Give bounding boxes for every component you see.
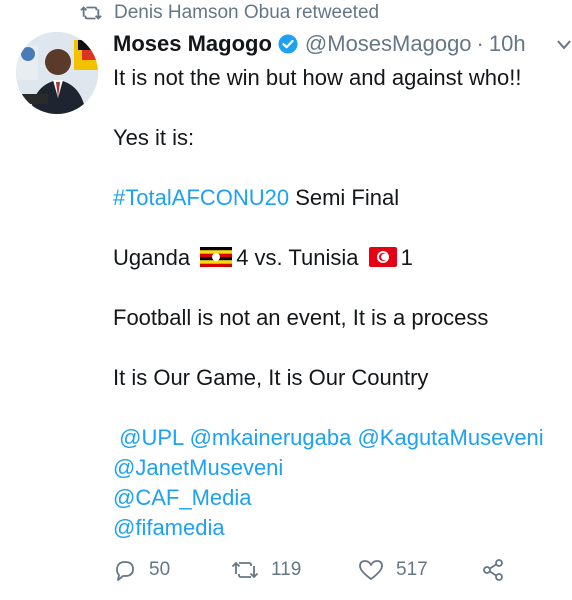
mention-link[interactable]: @CAF_Media: [113, 485, 252, 510]
mentions-line: @UPL @mkainerugaba @KagutaMuseveni: [113, 423, 568, 453]
reply-button[interactable]: 50: [113, 558, 170, 582]
tweet-header: Moses Magogo @MosesMagogo · 10h: [113, 30, 526, 58]
share-icon: [483, 559, 503, 581]
tweet-line: It is Our Game, It is Our Country: [113, 365, 429, 390]
uganda-flag-icon: [200, 247, 233, 267]
author-name[interactable]: Moses Magogo: [113, 31, 272, 57]
header-separator: ·: [476, 31, 484, 56]
tweet-line: It is not the win but how and against wh…: [113, 65, 522, 90]
mention-link[interactable]: @KagutaMuseveni: [357, 425, 543, 450]
like-count: 517: [396, 559, 428, 580]
verified-badge-icon: [278, 34, 298, 54]
mention-link[interactable]: @UPL: [119, 425, 183, 450]
tweet-line: Uganda 4 vs. Tunisia 1: [113, 245, 413, 270]
avatar-image: [16, 32, 98, 114]
mentions-line: @fifamedia: [113, 513, 568, 543]
tweet-line: Football is not an event, It is a proces…: [113, 305, 489, 330]
tweet-line: Yes it is:: [113, 125, 195, 150]
avatar[interactable]: [16, 32, 98, 114]
retweet-icon: [80, 6, 102, 20]
hashtag-link[interactable]: #TotalAFCONU20: [113, 185, 289, 210]
more-options-chevron-icon[interactable]: [556, 38, 572, 52]
reply-icon: [116, 561, 134, 581]
mention-link[interactable]: @mkainerugaba: [190, 425, 352, 450]
reply-count: 50: [149, 559, 171, 580]
tweet-line: #TotalAFCONU20 Semi Final: [113, 185, 400, 210]
retweet-button[interactable]: 119: [231, 559, 301, 581]
share-button[interactable]: [481, 558, 517, 582]
heart-icon: [359, 560, 383, 580]
retweet-action-icon: [231, 561, 259, 579]
tunisia-flag-icon: [368, 247, 397, 267]
mention-link[interactable]: @JanetMuseveni: [113, 455, 283, 480]
like-button[interactable]: 517: [358, 558, 428, 582]
tweet-text: It is not the win but how and against wh…: [113, 63, 568, 543]
retweet-banner-text: Denis Hamson Obua retweeted: [114, 2, 380, 23]
tweet-timestamp[interactable]: 10h: [489, 31, 526, 57]
retweet-count: 119: [271, 559, 302, 580]
mentions-line: @CAF_Media: [113, 483, 568, 513]
mentions-line: @JanetMuseveni: [113, 453, 568, 483]
mention-link[interactable]: @fifamedia: [113, 515, 225, 540]
retweet-banner[interactable]: Denis Hamson Obua retweeted: [80, 0, 379, 26]
author-handle[interactable]: @MosesMagogo: [305, 31, 472, 57]
